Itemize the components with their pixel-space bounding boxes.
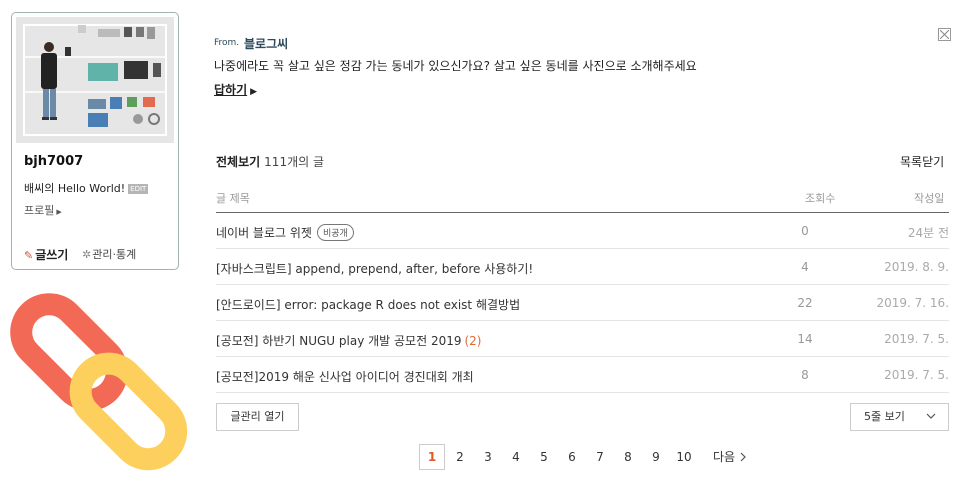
- post-date: 2019. 7. 5.: [884, 332, 949, 346]
- table-row: [공모전]2019 해운 신사업 아이디어 경진대회 개최 8 2019. 7.…: [216, 357, 949, 393]
- page-5-link[interactable]: 5: [531, 444, 557, 470]
- table-row: [공모전] 하반기 NUGU play 개발 공모전 2019 (2) 14 20…: [216, 321, 949, 357]
- manage-stats-button[interactable]: ✲관리·통계: [82, 246, 136, 262]
- page-1-link[interactable]: 1: [419, 444, 445, 470]
- page-3-link[interactable]: 3: [475, 444, 501, 470]
- edit-badge[interactable]: EDIT: [128, 184, 149, 194]
- table-row: [자바스크립트] append, prepend, after, before …: [216, 249, 949, 285]
- page-7-link[interactable]: 7: [587, 444, 613, 470]
- post-title-link[interactable]: [자바스크립트] append, prepend, after, before …: [216, 260, 533, 277]
- write-post-button[interactable]: ✎ 글쓰기: [24, 246, 68, 263]
- page-2-link[interactable]: 2: [447, 444, 473, 470]
- blog-name-text: 배씨의 Hello World!: [24, 182, 126, 195]
- gear-icon: ✲: [82, 248, 92, 261]
- list-title: 전체보기 111개의 글: [216, 153, 324, 170]
- post-title-link[interactable]: [안드로이드] error: package R does not exist …: [216, 296, 520, 313]
- close-icon: [940, 30, 949, 39]
- page-6-link[interactable]: 6: [559, 444, 585, 470]
- profile-link-label: 프로필: [24, 204, 55, 217]
- close-list-button[interactable]: 목록닫기: [900, 153, 944, 170]
- blog-name: 배씨의 Hello World! EDIT: [24, 180, 149, 196]
- post-date: 2019. 7. 16.: [876, 296, 949, 310]
- post-title-link[interactable]: 네이버 블로그 위젯 비공개: [216, 224, 354, 241]
- post-title: 네이버 블로그 위젯: [216, 226, 312, 240]
- page-9-link[interactable]: 9: [643, 444, 669, 470]
- view-count: 22: [797, 296, 813, 310]
- view-count: 4: [801, 260, 809, 274]
- profile-card: bjh7007 배씨의 Hello World! EDIT 프로필 ▶ ✎ 글쓰기 ✲…: [11, 12, 179, 270]
- private-badge: 비공개: [316, 224, 354, 241]
- column-title-header: 글 제목: [216, 192, 250, 205]
- view-count: 14: [797, 332, 813, 346]
- post-title: [공모전] 하반기 NUGU play 개발 공모전 2019: [216, 334, 462, 348]
- page-10-link[interactable]: 10: [671, 444, 697, 470]
- close-button[interactable]: [938, 28, 951, 41]
- post-count: 111개의 글: [264, 155, 325, 169]
- pencil-icon: ✎: [24, 249, 34, 262]
- message-text: 나중에라도 꼭 살고 싶은 정감 가는 동네가 있으신가요? 살고 싶은 동네를…: [214, 59, 697, 73]
- post-title-link[interactable]: [공모전] 하반기 NUGU play 개발 공모전 2019 (2): [216, 332, 481, 349]
- reply-label: 답하기: [214, 83, 248, 97]
- category-name: 전체보기: [216, 155, 261, 169]
- profile-link[interactable]: 프로필 ▶: [24, 202, 62, 218]
- chevron-right-icon: [740, 452, 746, 462]
- column-views-header: 조회수: [805, 192, 836, 205]
- write-post-label: 글쓰기: [35, 248, 69, 262]
- view-count: 8: [801, 368, 809, 382]
- page-8-link[interactable]: 8: [615, 444, 641, 470]
- next-page-label: 다음: [713, 450, 736, 464]
- view-count: 0: [801, 224, 809, 238]
- post-date: 24분 전: [907, 226, 949, 240]
- chevron-down-icon: [926, 413, 936, 419]
- reply-link[interactable]: 답하기 ▶: [214, 81, 257, 98]
- manage-stats-label: 관리·통계: [92, 248, 137, 261]
- pagination: 1 2 3 4 5 6 7 8 9 10 다음: [0, 444, 965, 470]
- lines-per-page-value: 5줄 보기: [864, 410, 905, 423]
- comment-count[interactable]: (2): [464, 334, 481, 348]
- post-date: 2019. 8. 9.: [884, 260, 949, 274]
- column-date-header: 작성일: [914, 192, 945, 205]
- caret-right-icon: ▶: [56, 208, 62, 216]
- from-name[interactable]: 블로그씨: [244, 35, 288, 52]
- post-date: 2019. 7. 5.: [884, 368, 949, 382]
- from-label: From.: [214, 38, 240, 48]
- lines-per-page-select[interactable]: 5줄 보기: [850, 403, 949, 431]
- post-title-link[interactable]: [공모전]2019 해운 신사업 아이디어 경진대회 개최: [216, 368, 474, 385]
- table-row: 네이버 블로그 위젯 비공개 0 24분 전: [216, 213, 949, 249]
- open-post-management-button[interactable]: 글관리 열기: [216, 403, 299, 431]
- next-page-link[interactable]: 다음: [713, 444, 747, 470]
- blog-nickname[interactable]: bjh7007: [24, 154, 83, 169]
- page-4-link[interactable]: 4: [503, 444, 529, 470]
- profile-image[interactable]: [16, 17, 174, 143]
- chain-link-red: [10, 293, 128, 411]
- table-row: [안드로이드] error: package R does not exist …: [216, 285, 949, 321]
- caret-right-icon: ▶: [250, 87, 258, 97]
